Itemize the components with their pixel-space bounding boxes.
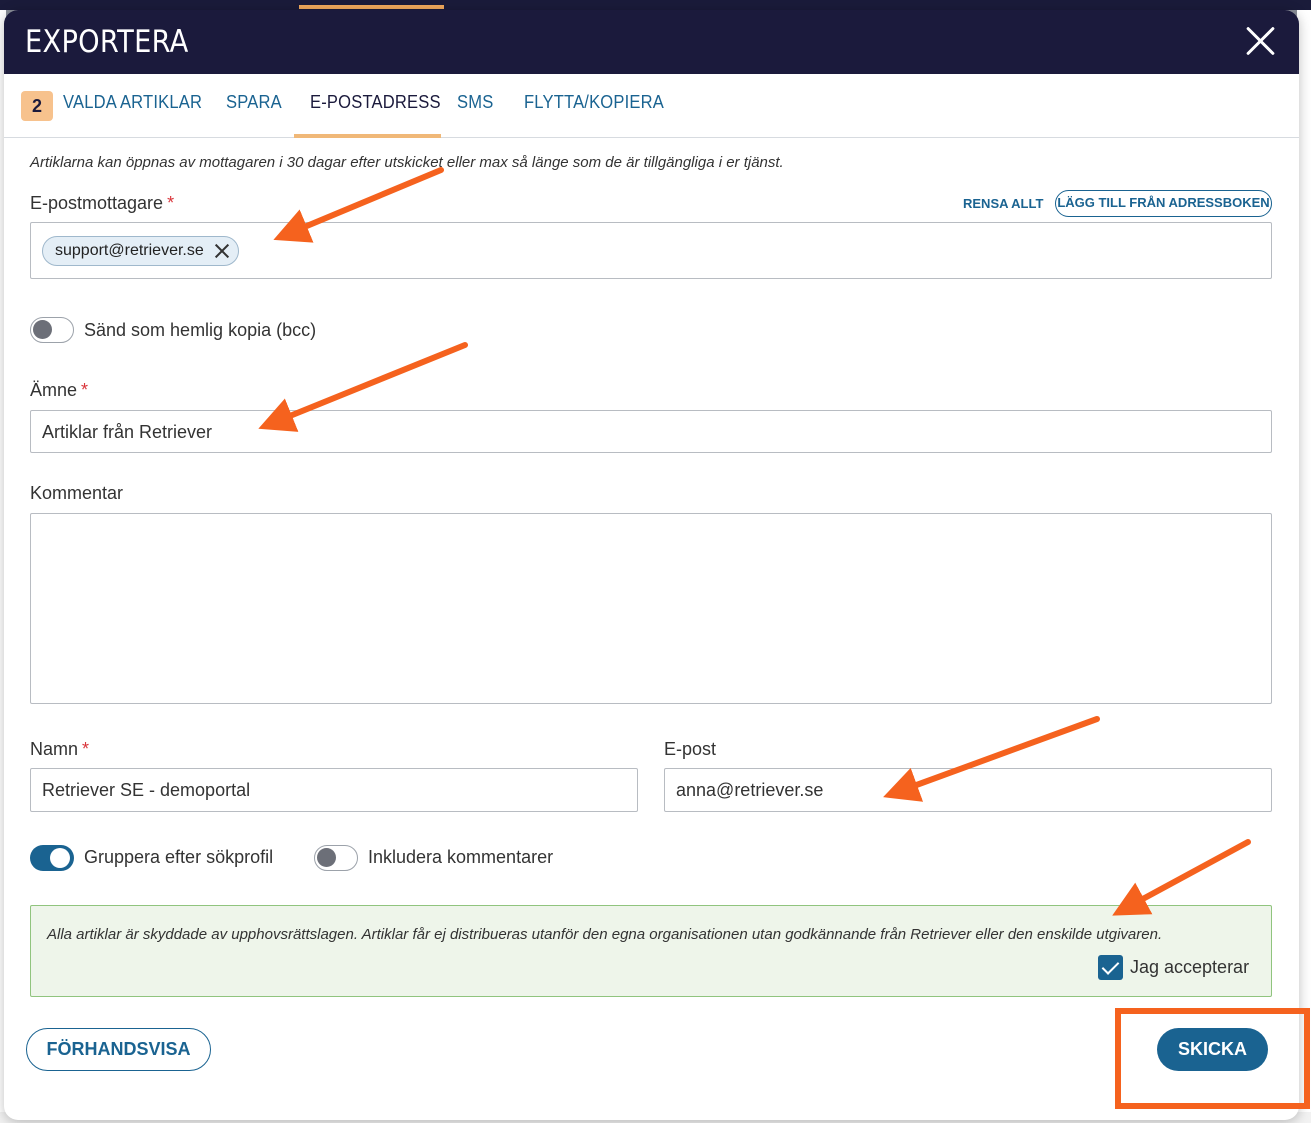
- dialog-header: EXPORTERA: [4, 10, 1299, 74]
- dialog-title: EXPORTERA: [25, 24, 189, 60]
- tab-selected-articles[interactable]: VALDA ARTIKLAR: [63, 92, 202, 138]
- background-tab-indicator: [299, 5, 444, 9]
- email-value: anna@retriever.se: [676, 780, 824, 800]
- accept-checkbox[interactable]: [1098, 955, 1123, 980]
- remove-recipient-icon[interactable]: [214, 243, 230, 259]
- comment-textarea[interactable]: [30, 513, 1272, 704]
- recipients-label: E-postmottagare *: [30, 193, 174, 214]
- subject-value: Artiklar från Retriever: [42, 422, 213, 442]
- tab-save[interactable]: SPARA: [226, 92, 282, 138]
- active-tab-indicator: [294, 134, 441, 138]
- required-mark: *: [81, 380, 89, 400]
- bcc-toggle[interactable]: [30, 317, 74, 343]
- name-input[interactable]: Retriever SE - demoportal: [30, 768, 638, 812]
- bcc-label: Sänd som hemlig kopia (bcc): [84, 320, 317, 340]
- close-icon[interactable]: [1243, 24, 1277, 58]
- preview-button[interactable]: FÖRHANDSVISA: [26, 1028, 211, 1071]
- export-dialog: EXPORTERA 2 VALDA ARTIKLAR SPARA E-POSTA…: [4, 10, 1299, 1120]
- toggle-knob: [50, 848, 70, 868]
- required-mark: *: [167, 193, 175, 213]
- clear-all-button[interactable]: RENSA ALLT: [963, 196, 1043, 211]
- selected-count-badge: 2: [21, 91, 53, 121]
- subject-label: Ämne *: [30, 380, 88, 401]
- background-app-right: [1297, 10, 1311, 1123]
- recipients-input[interactable]: support@retriever.se: [30, 222, 1272, 279]
- email-label: E-post: [664, 739, 717, 759]
- add-from-addressbook-button[interactable]: LÄGG TILL FRÅN ADRESSBOKEN: [1055, 190, 1272, 217]
- required-mark: *: [82, 739, 90, 759]
- include-comments-toggle[interactable]: [314, 845, 358, 871]
- tab-email-address[interactable]: E-POSTADRESS: [310, 92, 441, 138]
- group-by-profile-toggle[interactable]: [30, 845, 74, 871]
- copyright-notice-text: Alla artiklar är skyddade av upphovsrätt…: [47, 926, 1163, 943]
- info-text: Artiklarna kan öppnas av mottagaren i 30…: [30, 154, 784, 171]
- comment-label: Kommentar: [30, 483, 124, 503]
- toggle-knob: [317, 848, 336, 867]
- copyright-notice: Alla artiklar är skyddade av upphovsrätt…: [30, 905, 1272, 997]
- name-value: Retriever SE - demoportal: [42, 780, 251, 800]
- background-app-header: [0, 0, 1311, 10]
- send-button[interactable]: SKICKA: [1157, 1028, 1268, 1071]
- subject-input[interactable]: Artiklar från Retriever: [30, 410, 1272, 453]
- tab-sms[interactable]: SMS: [457, 92, 493, 138]
- recipient-chip: support@retriever.se: [42, 236, 239, 266]
- export-tabs: 2 VALDA ARTIKLAR SPARA E-POSTADRESS SMS …: [4, 74, 1299, 138]
- include-comments-label: Inkludera kommentarer: [368, 847, 554, 867]
- recipients-label-text: E-postmottagare: [30, 193, 164, 213]
- tab-move-copy[interactable]: FLYTTA/KOPIERA: [524, 92, 664, 138]
- name-label: Namn *: [30, 739, 89, 760]
- toggle-knob: [33, 320, 52, 339]
- recipient-chip-label: support@retriever.se: [55, 242, 204, 259]
- group-by-profile-label: Gruppera efter sökprofil: [84, 847, 274, 867]
- email-input[interactable]: anna@retriever.se: [664, 768, 1272, 812]
- name-label-text: Namn: [30, 739, 79, 759]
- accept-label: Jag accepterar: [1130, 957, 1250, 977]
- subject-label-text: Ämne: [30, 380, 78, 400]
